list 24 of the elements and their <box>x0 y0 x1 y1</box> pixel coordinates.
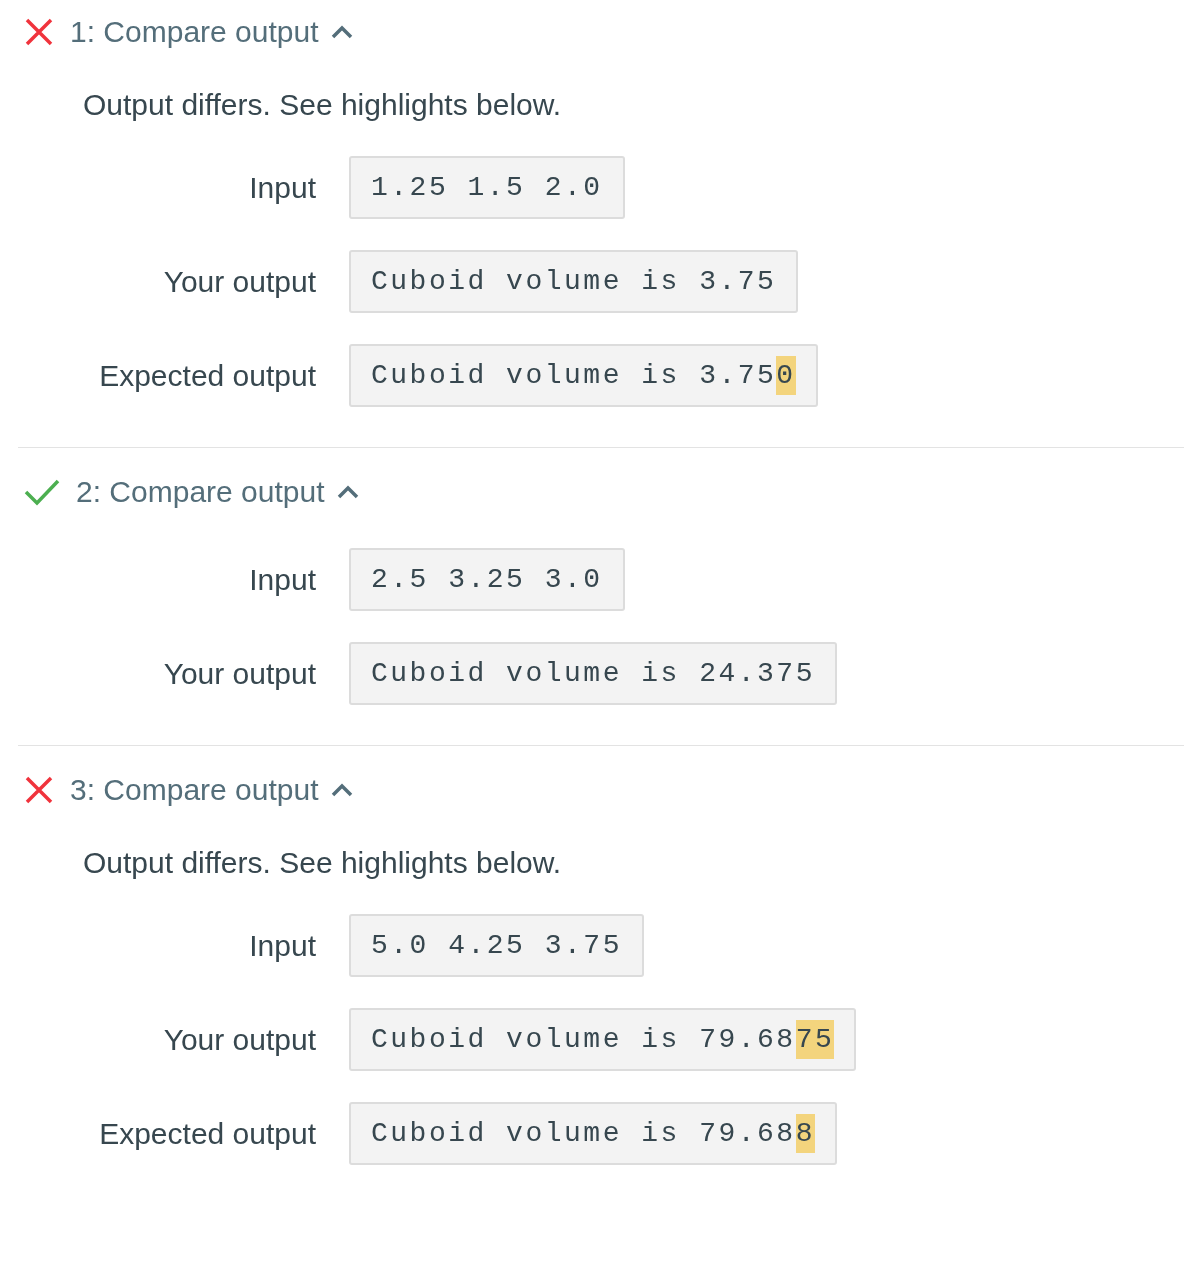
chevron-up-icon <box>330 24 355 40</box>
code-output: Cuboid volume is 79.68 75 <box>349 1008 857 1071</box>
row-label: Your output <box>163 656 316 691</box>
test-title[interactable]: 1: Compare output <box>70 15 355 49</box>
code-output: 2.5 3.25 3.0 <box>349 548 625 611</box>
row-label: Your output <box>163 1022 316 1057</box>
code-output: Cuboid volume is 79.688 <box>349 1102 837 1165</box>
test-title[interactable]: 2: Compare output <box>76 475 361 509</box>
row-label: Input <box>249 170 316 205</box>
chevron-up-icon <box>336 484 361 500</box>
row-label: Input <box>249 928 316 963</box>
test-title[interactable]: 3: Compare output <box>70 773 355 807</box>
diff-message: Output differs. See highlights below. <box>83 88 563 122</box>
row-label: Input <box>249 562 316 597</box>
row-label: Expected output <box>99 358 316 393</box>
row-label: Your output <box>163 264 316 299</box>
code-output: 5.0 4.25 3.75 <box>349 914 644 977</box>
code-output: Cuboid volume is 3.75 <box>349 250 799 313</box>
chevron-up-icon <box>330 782 355 798</box>
code-output: Cuboid volume is 3.75 0 <box>349 344 818 407</box>
diff-message: Output differs. See highlights below. <box>83 846 563 880</box>
code-output: 1.25 1.5 2.0 <box>349 156 625 219</box>
code-output: Cuboid volume is 24.375 <box>349 642 837 705</box>
row-label: Expected output <box>99 1116 316 1151</box>
